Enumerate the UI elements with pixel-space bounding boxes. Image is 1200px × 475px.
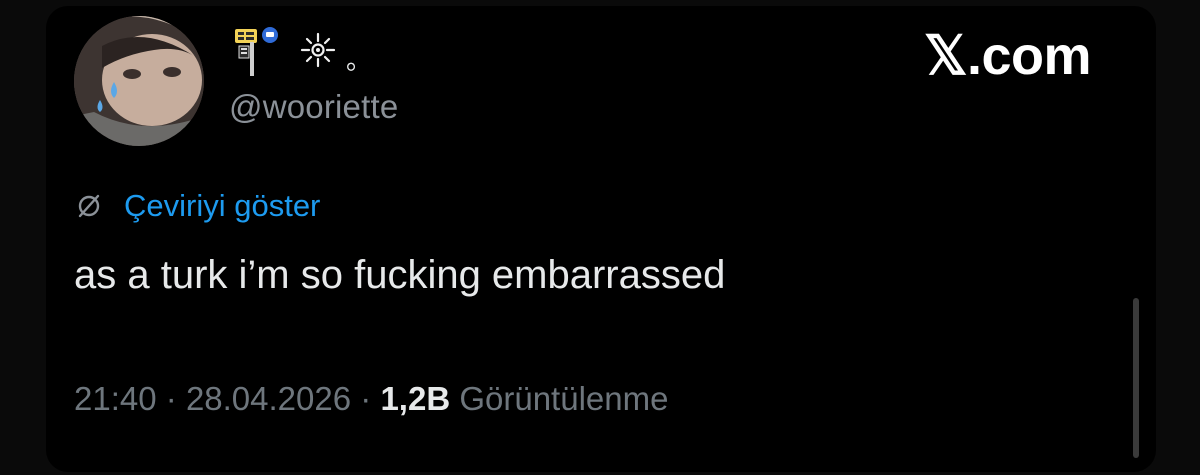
- show-translation[interactable]: Çeviriyi göster: [74, 188, 320, 224]
- scrollbar[interactable]: [1133, 298, 1139, 458]
- username-handle[interactable]: @wooriette: [229, 88, 398, 126]
- x-com-watermark: 𝕏.com: [924, 26, 1092, 86]
- show-translation-link[interactable]: Çeviriyi göster: [124, 188, 320, 224]
- views-count[interactable]: 1,2B: [380, 380, 450, 417]
- display-name[interactable]: 。: [228, 26, 372, 76]
- tweet-time[interactable]: 21:40: [74, 380, 157, 417]
- tweet-date[interactable]: 28.04.2026: [186, 380, 351, 417]
- tweet-text: as a turk i’m so fucking embarrassed: [74, 253, 726, 297]
- meta-separator: ·: [165, 380, 177, 417]
- display-name-suffix: 。: [346, 44, 373, 75]
- avatar-image: [74, 16, 204, 146]
- globe-icon: [74, 191, 104, 221]
- meta-separator: ·: [360, 380, 372, 417]
- avatar[interactable]: [74, 16, 204, 146]
- signpost-icon: [228, 26, 284, 76]
- tweet-meta: 21:40 · 28.04.2026 · 1,2B Görüntülenme: [74, 380, 668, 418]
- views-label: Görüntülenme: [459, 380, 669, 417]
